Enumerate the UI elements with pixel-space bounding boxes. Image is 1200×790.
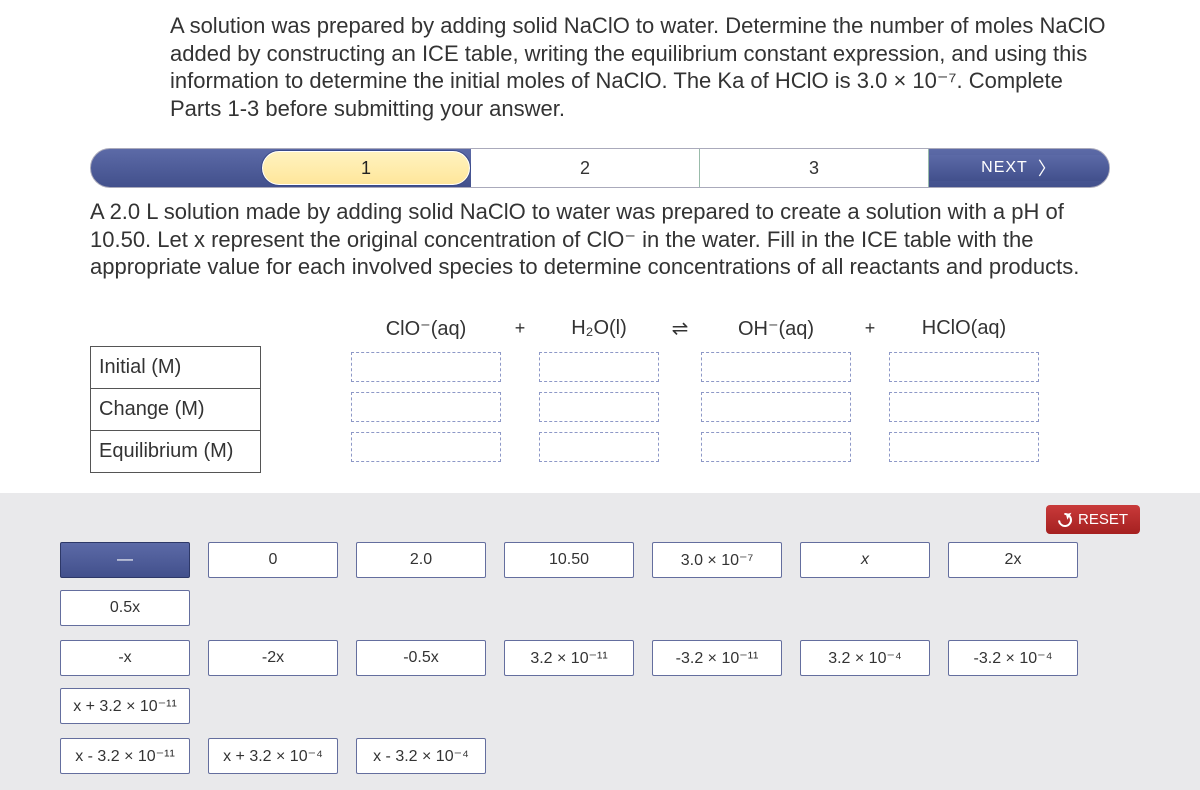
tile-neg-2x[interactable]: -2x (208, 640, 338, 676)
step-1[interactable]: 1 (261, 150, 471, 186)
tile-x-plus-3p2e-11[interactable]: x + 3.2 × 10⁻¹¹ (60, 688, 190, 724)
ice-row-labels: Initial (M) Change (M) Equilibrium (M) (90, 311, 261, 474)
species-oh: OH⁻(aq) (738, 311, 814, 347)
tile-3e-7[interactable]: 3.0 × 10⁻⁷ (652, 542, 782, 578)
tile-x-minus-3p2e-11[interactable]: x - 3.2 × 10⁻¹¹ (60, 738, 190, 774)
step-3[interactable]: 3 (700, 148, 929, 188)
species-clo: ClO⁻(aq) (386, 311, 467, 347)
tile-x-minus-3p2e-4[interactable]: x - 3.2 × 10⁻⁴ (356, 738, 486, 774)
step-navigator: 1 2 3 NEXT 〉 (90, 148, 1110, 188)
part-prompt: A 2.0 L solution made by adding solid Na… (90, 198, 1110, 281)
tiles-row-2: -x -2x -0.5x 3.2 × 10⁻¹¹ -3.2 × 10⁻¹¹ 3.… (60, 640, 1140, 724)
tile-neg-x[interactable]: -x (60, 640, 190, 676)
slot-oh-eq[interactable] (701, 432, 851, 462)
plus-2: + (855, 311, 885, 347)
equilibrium-arrows-icon: ⇌ (663, 311, 697, 347)
tile-neg-3p2e-11[interactable]: -3.2 × 10⁻¹¹ (652, 640, 782, 676)
row-change: Change (M) (91, 389, 261, 431)
plus-1: + (505, 311, 535, 347)
tile-3p2e-11[interactable]: 3.2 × 10⁻¹¹ (504, 640, 634, 676)
slot-clo-change[interactable] (351, 392, 501, 422)
species-h2o: H₂O(l) (571, 311, 627, 347)
row-equilibrium: Equilibrium (M) (91, 431, 261, 473)
slot-hclo-change[interactable] (889, 392, 1039, 422)
reset-button[interactable]: RESET (1046, 505, 1140, 534)
slot-clo-eq[interactable] (351, 432, 501, 462)
ice-equation-area: ClO⁻(aq) + H₂O(l) ⇌ OH⁻(aq) + HClO( (261, 311, 1110, 474)
tile-x-plus-3p2e-4[interactable]: x + 3.2 × 10⁻⁴ (208, 738, 338, 774)
slot-h2o-initial[interactable] (539, 352, 659, 382)
undo-icon (1055, 510, 1075, 530)
tile-0[interactable]: 0 (208, 542, 338, 578)
tiles-row-3: x - 3.2 × 10⁻¹¹ x + 3.2 × 10⁻⁴ x - 3.2 ×… (60, 738, 1140, 774)
slot-oh-initial[interactable] (701, 352, 851, 382)
tile-blank[interactable]: — (60, 542, 190, 578)
tile-neg-0p5x[interactable]: -0.5x (356, 640, 486, 676)
tile-10p50[interactable]: 10.50 (504, 542, 634, 578)
tile-2p0[interactable]: 2.0 (356, 542, 486, 578)
next-button[interactable]: NEXT 〉 (929, 155, 1109, 181)
tile-3p2e-4[interactable]: 3.2 × 10⁻⁴ (800, 640, 930, 676)
slot-h2o-change[interactable] (539, 392, 659, 422)
species-hclo: HClO(aq) (922, 311, 1006, 347)
tile-x[interactable]: x (800, 542, 930, 578)
slot-oh-change[interactable] (701, 392, 851, 422)
next-label: NEXT (981, 159, 1028, 177)
answer-bank: RESET — 0 2.0 10.50 3.0 × 10⁻⁷ x 2x 0.5x… (0, 493, 1200, 790)
chevron-right-icon: 〉 (1038, 155, 1057, 181)
tile-0p5x[interactable]: 0.5x (60, 590, 190, 626)
tiles-row-1: — 0 2.0 10.50 3.0 × 10⁻⁷ x 2x 0.5x (60, 542, 1140, 626)
step-2[interactable]: 2 (471, 148, 700, 188)
slot-hclo-initial[interactable] (889, 352, 1039, 382)
tile-2x[interactable]: 2x (948, 542, 1078, 578)
slot-h2o-eq[interactable] (539, 432, 659, 462)
reset-label: RESET (1078, 511, 1128, 528)
tile-neg-3p2e-4[interactable]: -3.2 × 10⁻⁴ (948, 640, 1078, 676)
slot-clo-initial[interactable] (351, 352, 501, 382)
problem-prompt: A solution was prepared by adding solid … (170, 12, 1110, 122)
slot-hclo-eq[interactable] (889, 432, 1039, 462)
row-initial: Initial (M) (91, 347, 261, 389)
